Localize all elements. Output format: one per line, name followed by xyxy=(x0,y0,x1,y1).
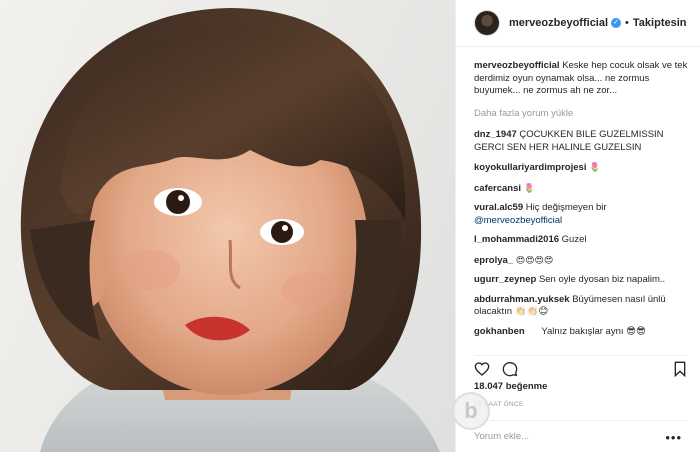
comment-text: Sen oyle dyosan biz napalim.. xyxy=(538,274,666,285)
instagram-post: merveozbeyofficial ✓ • Takiptesin merveo… xyxy=(0,0,700,452)
avatar[interactable] xyxy=(474,10,500,36)
comment-username[interactable]: abdurrahman.yuksek xyxy=(474,294,570,305)
more-options-icon[interactable]: ••• xyxy=(665,430,682,445)
caption-username[interactable]: merveozbeyofficial xyxy=(474,60,560,71)
comment-username[interactable]: cafercansi xyxy=(474,183,521,194)
comment-item: gokhanben Yalnız bakışlar aynı 😎😎 xyxy=(474,326,688,338)
comment-item: vural.alc59 Hiç değişmeyen bir @merveozb… xyxy=(474,202,688,227)
comment-username[interactable]: dnz_1947 xyxy=(474,129,517,140)
bookmark-icon[interactable] xyxy=(672,361,688,377)
comment-username[interactable]: ugurr_zeynep xyxy=(474,274,536,285)
comment-text: Guzel xyxy=(561,234,587,245)
post-side-panel: merveozbeyofficial ✓ • Takiptesin merveo… xyxy=(455,0,700,452)
watermark-logo: b xyxy=(452,392,490,430)
comment-item: abdurrahman.yuksek Büyümesen nasıl ünlü … xyxy=(474,294,688,319)
comment-text: 😍😍😍😍 xyxy=(515,254,554,265)
load-more-comments-button[interactable]: Daha fazla yorum yükle xyxy=(474,108,688,121)
comment-bubble-icon[interactable] xyxy=(502,361,518,377)
child-portrait-image xyxy=(20,8,440,452)
comment-item: ugurr_zeynep Sen oyle dyosan biz napalim… xyxy=(474,274,688,287)
comment-item: dnz_1947 ÇOCUKKEN BILE GUZELMISSIN GERCI… xyxy=(474,129,688,154)
likes-count[interactable]: 18.047 beğenme xyxy=(474,381,547,392)
comment-text: 🌷 xyxy=(523,182,535,193)
username-link[interactable]: merveozbeyofficial xyxy=(509,17,608,29)
verified-badge-icon: ✓ xyxy=(611,18,622,28)
comment-username[interactable]: l_mohammadi2016 xyxy=(474,234,559,245)
comment-text: Yalnız bakışlar aynı 😎😎 xyxy=(541,325,646,337)
post-photo xyxy=(0,0,455,452)
post-header: merveozbeyofficial ✓ • Takiptesin xyxy=(456,0,700,47)
post-actions-bar xyxy=(474,355,688,377)
comment-item: cafercansi 🌷 xyxy=(474,182,688,196)
comment-text: 🌷 xyxy=(589,162,601,172)
comment-mention-link[interactable]: @merveozbeyofficial xyxy=(474,215,562,226)
comment-username[interactable]: vural.alc59 xyxy=(474,202,523,213)
heart-icon[interactable] xyxy=(474,361,490,377)
comment-username[interactable]: koyokullariyardimprojesi xyxy=(474,162,586,173)
caption: merveozbeyofficial Keske hep cocuk olsak… xyxy=(474,60,688,98)
comment-username[interactable]: eprolya_ xyxy=(474,255,513,266)
comment-item: eprolya_ 😍😍😍😍 xyxy=(474,254,688,268)
add-comment-input[interactable]: Yorum ekle... xyxy=(474,420,688,452)
comment-item: koyokullariyardimprojesi 🌷 xyxy=(474,161,688,175)
comment-item: l_mohammadi2016 Guzel xyxy=(474,234,688,247)
header-separator: • xyxy=(625,17,629,29)
comments-list: merveozbeyofficial Keske hep cocuk olsak… xyxy=(474,60,688,345)
comment-username[interactable]: gokhanben xyxy=(474,326,525,337)
comment-text: Hiç değişmeyen bir xyxy=(525,202,607,213)
following-button[interactable]: Takiptesin xyxy=(633,17,687,29)
